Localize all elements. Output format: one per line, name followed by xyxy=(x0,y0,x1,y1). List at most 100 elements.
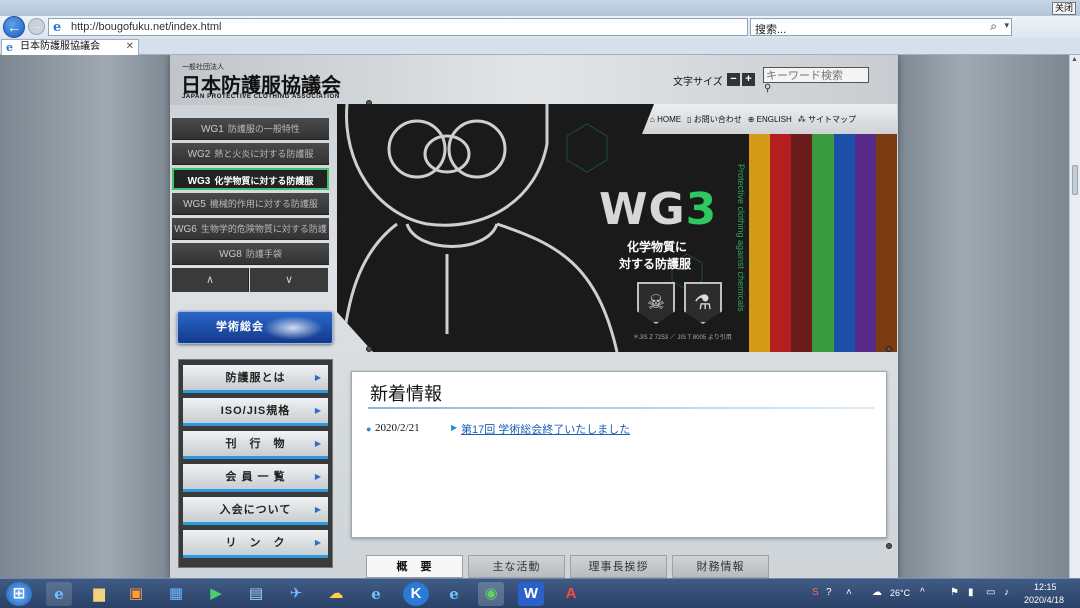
scrollbar-thumb[interactable] xyxy=(1072,165,1078,195)
back-button[interactable]: ← xyxy=(3,16,25,38)
taskbar-wechat[interactable]: ◉ xyxy=(478,582,504,606)
color-stripe xyxy=(791,134,812,352)
hazard-color-stripes xyxy=(749,134,897,352)
search-dropdown-icon[interactable]: ▾ xyxy=(1004,20,1009,31)
taskbar-ie[interactable]: e xyxy=(46,582,72,606)
triangle-right-icon: ▶ xyxy=(451,423,458,432)
tray-expand-icon[interactable]: ^ xyxy=(920,587,925,598)
taskbar-word[interactable]: W xyxy=(518,582,544,606)
font-size-decrease-button[interactable]: − xyxy=(727,73,740,86)
home-icon: ⌂ xyxy=(650,114,655,124)
nav-sitemap-label: サイトマップ xyxy=(808,114,857,124)
weather-cloud-icon: ☁ xyxy=(872,587,882,598)
taskbar-feishu[interactable]: ✈ xyxy=(283,582,309,606)
scroll-up-icon[interactable]: ▲ xyxy=(1071,56,1078,63)
tab-overview[interactable]: 概 要 xyxy=(366,555,463,578)
main-nav-publications[interactable]: 刊 行 物 ▶ xyxy=(183,431,328,459)
main-nav-members[interactable]: 会 員 一 覧 ▶ xyxy=(183,464,328,492)
window-icon: ▤ xyxy=(248,585,264,602)
taskbar-explorer[interactable]: ▆ xyxy=(86,582,112,606)
logo-english: JAPAN PROTECTIVE CLOTHING ASSOCIATION xyxy=(182,94,340,100)
play-icon: ▶ xyxy=(210,585,222,602)
ie-logo-icon: e xyxy=(53,20,62,35)
windows-logo-icon: ⊞ xyxy=(12,585,26,602)
wg-code: WG2 xyxy=(187,149,211,160)
taskbar-acrobat[interactable]: A xyxy=(558,582,584,606)
grid-icon: ▦ xyxy=(168,585,184,602)
wg-scroll-down-button[interactable]: ∨ xyxy=(250,268,328,292)
clock-date[interactable]: 2020/4/18 xyxy=(1024,595,1064,605)
help-icon[interactable]: ? xyxy=(826,587,832,598)
nav-contact-label: お問い合わせ xyxy=(693,114,742,124)
search-input[interactable]: 搜索... xyxy=(755,21,786,37)
wg-item-wg3[interactable]: WG3 化学物質に対する防護服 xyxy=(172,168,329,190)
nav-english[interactable]: ⊕ ENGLISH xyxy=(748,115,792,124)
title-strip: 关闭 xyxy=(0,0,1080,16)
ime-icon[interactable]: S xyxy=(812,587,819,598)
wg-scroll-up-button[interactable]: ∧ xyxy=(172,268,249,292)
taskbar-files[interactable]: ▤ xyxy=(243,582,269,606)
search-icon[interactable]: ⌕ xyxy=(990,19,997,34)
page-viewport: 一般社団法人 日本防護服協議会 JAPAN PROTECTIVE CLOTHIN… xyxy=(0,55,1069,578)
k-app-icon: K xyxy=(410,585,422,602)
color-stripe xyxy=(855,134,876,352)
main-nav-links[interactable]: リ ン ク ▶ xyxy=(183,530,328,558)
close-button[interactable]: 关闭 xyxy=(1051,2,1076,15)
wg-label: 防護服の一般特性 xyxy=(227,124,300,134)
wechat-icon: ◉ xyxy=(484,585,498,602)
nav-home[interactable]: ⌂ HOME xyxy=(650,115,681,124)
ie-logo-icon: e xyxy=(371,585,381,603)
taskbar-baidu[interactable]: ☁ xyxy=(323,582,349,606)
forward-button[interactable]: → xyxy=(28,18,45,35)
taskbar-media[interactable]: ▣ xyxy=(123,582,149,606)
wg-item-wg1[interactable]: WG1 防護服の一般特性 xyxy=(172,118,329,140)
flag-icon[interactable]: ⚑ xyxy=(950,587,959,598)
url-input[interactable]: http://bougofuku.net/index.html xyxy=(71,21,221,33)
search-icon[interactable]: ⚲ xyxy=(764,83,771,94)
wg-code: WG8 xyxy=(219,249,242,260)
font-size-increase-button[interactable]: + xyxy=(742,73,755,86)
chevron-up-icon[interactable]: ˄ xyxy=(846,587,852,598)
globe-icon: ⊕ xyxy=(747,114,755,124)
network-icon[interactable]: ▮ xyxy=(968,587,974,598)
taskbar: ⊞ e ▆ ▣ ▦ ▶ ▤ ✈ ☁ e K e ◉ W A S ? ˄ ☁ 26… xyxy=(0,578,1080,608)
wg-item-wg8[interactable]: WG8 防護手袋 xyxy=(172,243,329,265)
browser-search-box[interactable]: 搜索... ⌕ ▾ xyxy=(750,18,1012,36)
taskbar-ie-2[interactable]: e xyxy=(363,582,389,606)
address-bar[interactable]: e http://bougofuku.net/index.html ▾ ↻ xyxy=(48,18,791,36)
bird-icon: ✈ xyxy=(289,585,303,602)
tab-activities[interactable]: 主な活動 xyxy=(468,555,565,578)
news-divider xyxy=(368,407,874,409)
news-title: 新着情報 xyxy=(370,384,442,405)
main-nav-standards[interactable]: ISO/JIS規格 ▶ xyxy=(183,398,328,426)
bullet-icon: ● xyxy=(366,424,372,434)
keyword-search-input[interactable] xyxy=(763,67,869,83)
ie-logo-icon: e xyxy=(449,585,459,603)
taskbar-ie-3[interactable]: e xyxy=(441,582,467,606)
academic-conference-button[interactable]: 学術総会 xyxy=(177,311,333,344)
taskbar-k[interactable]: K xyxy=(403,582,429,606)
main-nav-join[interactable]: 入会について ▶ xyxy=(183,497,328,525)
main-nav: 防護服とは ▶ ISO/JIS規格 ▶ 刊 行 物 ▶ 会 員 一 覧 ▶ 入会について… xyxy=(178,359,333,568)
nav-sitemap[interactable]: ⁂ サイトマップ xyxy=(798,114,856,125)
tab-close-icon[interactable]: ✕ xyxy=(126,40,134,54)
tab-financial[interactable]: 財務情報 xyxy=(672,555,769,578)
tab-chairman-greeting[interactable]: 理事長挨拶 xyxy=(570,555,667,578)
nav-contact[interactable]: ▯ お問い合わせ xyxy=(687,114,742,125)
clock-time[interactable]: 12:15 xyxy=(1034,582,1057,592)
news-link[interactable]: 第17回 学術総会終了いたしました xyxy=(461,421,630,437)
wg-item-wg6[interactable]: WG6生物学的危険物質に対する防護服 xyxy=(172,218,329,257)
battery-icon[interactable]: ▭ xyxy=(986,587,995,598)
decor-screw xyxy=(886,543,892,549)
volume-icon[interactable]: ♪ xyxy=(1004,587,1009,598)
taskbar-player[interactable]: ▶ xyxy=(203,582,229,606)
wg-item-wg2[interactable]: WG2 熱と火炎に対する防護服 xyxy=(172,143,329,165)
wg-item-wg5[interactable]: WG5 機械的作用に対する防護服 xyxy=(172,193,329,215)
taskbar-app-grid[interactable]: ▦ xyxy=(163,582,189,606)
jis-note: ＊JIS Z 7253 ／ JIS T 8005 より引用 xyxy=(633,335,732,341)
main-nav-about[interactable]: 防護服とは ▶ xyxy=(183,365,328,393)
color-stripe xyxy=(812,134,833,352)
tab-active[interactable]: e 日本防護服協議会 ✕ xyxy=(1,39,139,55)
start-button[interactable]: ⊞ xyxy=(6,582,32,606)
vertical-scrollbar[interactable]: ▲ xyxy=(1069,55,1080,578)
